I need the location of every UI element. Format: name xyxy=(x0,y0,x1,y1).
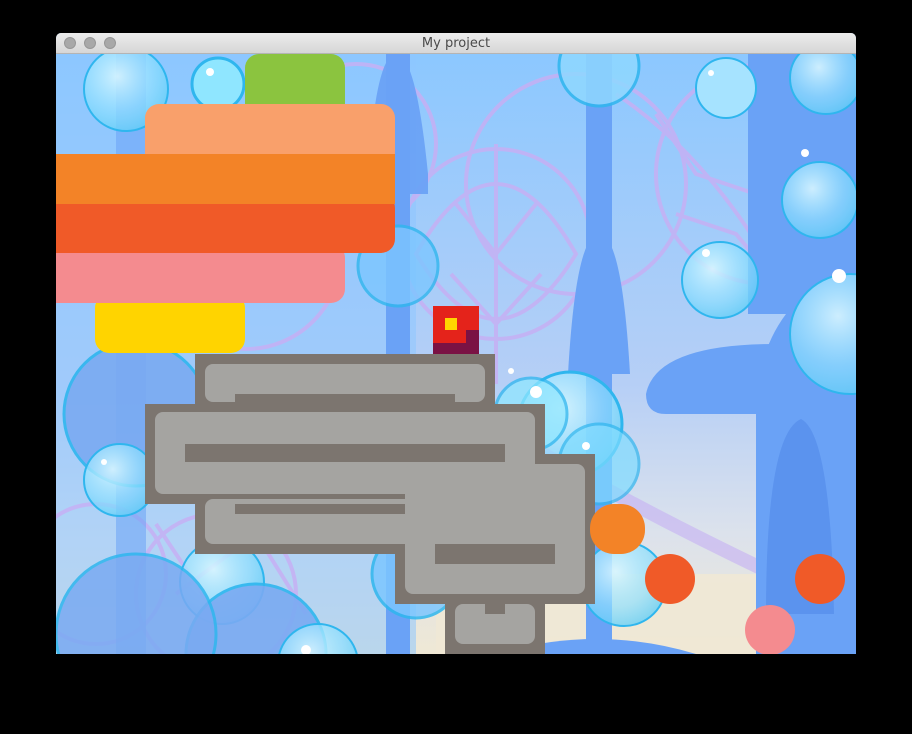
orange-dot xyxy=(795,554,845,604)
bubble xyxy=(695,57,757,119)
red-square-character xyxy=(433,306,479,354)
bubble xyxy=(190,56,246,112)
title-bar[interactable]: My project xyxy=(56,33,856,54)
orange-capsule xyxy=(590,504,645,554)
pink-dot xyxy=(745,605,795,654)
orange-block xyxy=(56,154,395,204)
orange-dot xyxy=(645,554,695,604)
scene-svg xyxy=(56,54,856,654)
game-canvas[interactable] xyxy=(56,54,856,654)
window-title: My project xyxy=(421,36,491,51)
bubble xyxy=(681,241,759,319)
game-window: My project xyxy=(56,33,856,654)
bubble xyxy=(781,161,856,239)
